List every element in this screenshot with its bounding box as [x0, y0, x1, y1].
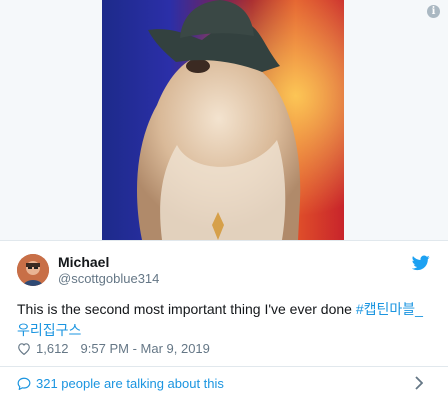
tweet-media[interactable]: i — [0, 0, 448, 240]
author-name[interactable]: Michael — [58, 254, 109, 270]
info-icon[interactable]: i — [427, 5, 440, 18]
tweet-body: This is the second most important thing … — [17, 301, 356, 317]
avatar-image — [17, 254, 49, 286]
twitter-bird-icon[interactable] — [412, 255, 430, 271]
tweet-text: This is the second most important thing … — [17, 299, 427, 341]
tweet-meta: 1,612 9:57 PM - Mar 9, 2019 — [17, 341, 210, 356]
heart-icon[interactable] — [17, 342, 31, 355]
comment-icon — [17, 377, 31, 390]
like-count[interactable]: 1,612 — [36, 341, 69, 356]
conversation-link[interactable]: 321 people are talking about this — [17, 376, 224, 391]
cat-photo[interactable] — [102, 0, 344, 240]
media-divider — [0, 240, 448, 241]
chevron-right-icon[interactable] — [415, 376, 423, 390]
author-handle[interactable]: @scottgoblue314 — [58, 271, 159, 286]
timestamp[interactable]: 9:57 PM - Mar 9, 2019 — [81, 341, 210, 356]
footer-divider — [0, 366, 448, 367]
cat-illustration — [102, 0, 344, 240]
conversation-text: 321 people are talking about this — [36, 376, 224, 391]
avatar[interactable] — [17, 254, 49, 286]
